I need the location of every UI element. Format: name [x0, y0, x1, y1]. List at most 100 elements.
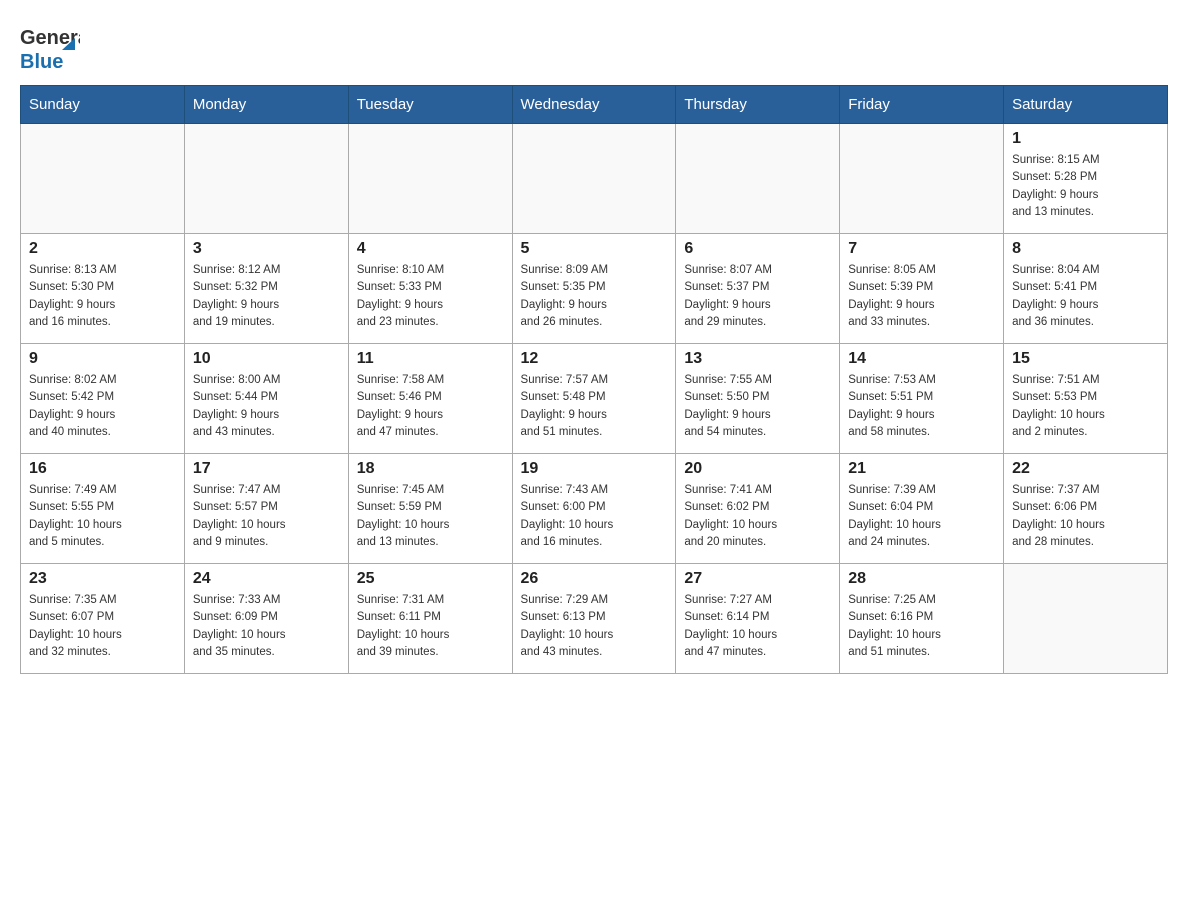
- day-info: Sunrise: 7:43 AM Sunset: 6:00 PM Dayligh…: [521, 482, 668, 551]
- day-info: Sunrise: 8:12 AM Sunset: 5:32 PM Dayligh…: [193, 262, 340, 331]
- calendar-cell: 17 Sunrise: 7:47 AM Sunset: 5:57 PM Dayli…: [184, 454, 348, 564]
- week-row-4: 23 Sunrise: 7:35 AM Sunset: 6:07 PM Dayli…: [21, 564, 1168, 674]
- day-number: 13: [684, 350, 831, 368]
- day-info: Sunrise: 7:57 AM Sunset: 5:48 PM Dayligh…: [521, 372, 668, 441]
- day-number: 14: [848, 350, 995, 368]
- calendar-cell: 21 Sunrise: 7:39 AM Sunset: 6:04 PM Dayli…: [840, 454, 1004, 564]
- day-number: 11: [357, 350, 504, 368]
- day-of-week-thursday: Thursday: [676, 86, 840, 124]
- week-row-2: 9 Sunrise: 8:02 AM Sunset: 5:42 PM Daylig…: [21, 344, 1168, 454]
- day-number: 28: [848, 570, 995, 588]
- calendar-cell: [21, 124, 185, 234]
- calendar-cell: 4 Sunrise: 8:10 AM Sunset: 5:33 PM Daylig…: [348, 234, 512, 344]
- day-info: Sunrise: 8:13 AM Sunset: 5:30 PM Dayligh…: [29, 262, 176, 331]
- day-number: 26: [521, 570, 668, 588]
- calendar-cell: 11 Sunrise: 7:58 AM Sunset: 5:46 PM Dayli…: [348, 344, 512, 454]
- day-info: Sunrise: 7:37 AM Sunset: 6:06 PM Dayligh…: [1012, 482, 1159, 551]
- day-info: Sunrise: 7:58 AM Sunset: 5:46 PM Dayligh…: [357, 372, 504, 441]
- calendar-cell: 12 Sunrise: 7:57 AM Sunset: 5:48 PM Dayli…: [512, 344, 676, 454]
- calendar-cell: 1Sunrise: 8:15 AM Sunset: 5:28 PM Daylig…: [1004, 124, 1168, 234]
- calendar-cell: 16 Sunrise: 7:49 AM Sunset: 5:55 PM Dayli…: [21, 454, 185, 564]
- calendar-cell: 15 Sunrise: 7:51 AM Sunset: 5:53 PM Dayli…: [1004, 344, 1168, 454]
- day-info: Sunrise: 7:25 AM Sunset: 6:16 PM Dayligh…: [848, 592, 995, 661]
- day-info: Sunrise: 7:29 AM Sunset: 6:13 PM Dayligh…: [521, 592, 668, 661]
- day-of-week-wednesday: Wednesday: [512, 86, 676, 124]
- calendar-cell: 6Sunrise: 8:07 AM Sunset: 5:37 PM Daylig…: [676, 234, 840, 344]
- day-number: 4: [357, 240, 504, 258]
- calendar-cell: 19 Sunrise: 7:43 AM Sunset: 6:00 PM Dayli…: [512, 454, 676, 564]
- day-info: Sunrise: 8:15 AM Sunset: 5:28 PM Dayligh…: [1012, 152, 1159, 221]
- day-info: Sunrise: 7:39 AM Sunset: 6:04 PM Dayligh…: [848, 482, 995, 551]
- calendar-cell: 9 Sunrise: 8:02 AM Sunset: 5:42 PM Daylig…: [21, 344, 185, 454]
- calendar-cell: 5Sunrise: 8:09 AM Sunset: 5:35 PM Daylig…: [512, 234, 676, 344]
- calendar-cell: 13 Sunrise: 7:55 AM Sunset: 5:50 PM Dayli…: [676, 344, 840, 454]
- day-info: Sunrise: 8:04 AM Sunset: 5:41 PM Dayligh…: [1012, 262, 1159, 331]
- day-number: 18: [357, 460, 504, 478]
- calendar-cell: [348, 124, 512, 234]
- day-info: Sunrise: 8:07 AM Sunset: 5:37 PM Dayligh…: [684, 262, 831, 331]
- day-number: 5: [521, 240, 668, 258]
- svg-text:Blue: Blue: [20, 51, 63, 73]
- day-number: 17: [193, 460, 340, 478]
- calendar-cell: 2Sunrise: 8:13 AM Sunset: 5:30 PM Daylig…: [21, 234, 185, 344]
- day-info: Sunrise: 7:45 AM Sunset: 5:59 PM Dayligh…: [357, 482, 504, 551]
- day-info: Sunrise: 7:55 AM Sunset: 5:50 PM Dayligh…: [684, 372, 831, 441]
- day-number: 7: [848, 240, 995, 258]
- day-info: Sunrise: 7:27 AM Sunset: 6:14 PM Dayligh…: [684, 592, 831, 661]
- week-row-3: 16 Sunrise: 7:49 AM Sunset: 5:55 PM Dayli…: [21, 454, 1168, 564]
- calendar-header: SundayMondayTuesdayWednesdayThursdayFrid…: [21, 86, 1168, 124]
- day-info: Sunrise: 7:33 AM Sunset: 6:09 PM Dayligh…: [193, 592, 340, 661]
- calendar-cell: 20 Sunrise: 7:41 AM Sunset: 6:02 PM Dayli…: [676, 454, 840, 564]
- day-number: 12: [521, 350, 668, 368]
- day-of-week-monday: Monday: [184, 86, 348, 124]
- day-number: 22: [1012, 460, 1159, 478]
- day-info: Sunrise: 7:53 AM Sunset: 5:51 PM Dayligh…: [848, 372, 995, 441]
- day-info: Sunrise: 7:35 AM Sunset: 6:07 PM Dayligh…: [29, 592, 176, 661]
- calendar-body: 1Sunrise: 8:15 AM Sunset: 5:28 PM Daylig…: [21, 124, 1168, 674]
- calendar-cell: 26 Sunrise: 7:29 AM Sunset: 6:13 PM Dayli…: [512, 564, 676, 674]
- day-number: 27: [684, 570, 831, 588]
- calendar-cell: [184, 124, 348, 234]
- calendar-cell: 22 Sunrise: 7:37 AM Sunset: 6:06 PM Dayli…: [1004, 454, 1168, 564]
- day-number: 21: [848, 460, 995, 478]
- day-number: 19: [521, 460, 668, 478]
- day-info: Sunrise: 8:05 AM Sunset: 5:39 PM Dayligh…: [848, 262, 995, 331]
- day-number: 23: [29, 570, 176, 588]
- day-number: 9: [29, 350, 176, 368]
- day-of-week-sunday: Sunday: [21, 86, 185, 124]
- day-number: 20: [684, 460, 831, 478]
- calendar-cell: [840, 124, 1004, 234]
- day-info: Sunrise: 8:00 AM Sunset: 5:44 PM Dayligh…: [193, 372, 340, 441]
- calendar-cell: 10Sunrise: 8:00 AM Sunset: 5:44 PM Dayli…: [184, 344, 348, 454]
- calendar-cell: 14 Sunrise: 7:53 AM Sunset: 5:51 PM Dayli…: [840, 344, 1004, 454]
- calendar-cell: 8 Sunrise: 8:04 AM Sunset: 5:41 PM Daylig…: [1004, 234, 1168, 344]
- calendar-cell: 3 Sunrise: 8:12 AM Sunset: 5:32 PM Daylig…: [184, 234, 348, 344]
- week-row-1: 2Sunrise: 8:13 AM Sunset: 5:30 PM Daylig…: [21, 234, 1168, 344]
- day-info: Sunrise: 8:10 AM Sunset: 5:33 PM Dayligh…: [357, 262, 504, 331]
- day-info: Sunrise: 8:02 AM Sunset: 5:42 PM Dayligh…: [29, 372, 176, 441]
- week-row-0: 1Sunrise: 8:15 AM Sunset: 5:28 PM Daylig…: [21, 124, 1168, 234]
- day-number: 8: [1012, 240, 1159, 258]
- calendar-cell: [1004, 564, 1168, 674]
- day-number: 15: [1012, 350, 1159, 368]
- calendar-table: SundayMondayTuesdayWednesdayThursdayFrid…: [20, 85, 1168, 674]
- day-of-week-saturday: Saturday: [1004, 86, 1168, 124]
- page-header: General Blue: [20, 20, 1168, 75]
- day-of-week-friday: Friday: [840, 86, 1004, 124]
- day-number: 16: [29, 460, 176, 478]
- day-info: Sunrise: 7:49 AM Sunset: 5:55 PM Dayligh…: [29, 482, 176, 551]
- day-info: Sunrise: 7:47 AM Sunset: 5:57 PM Dayligh…: [193, 482, 340, 551]
- calendar-cell: 18 Sunrise: 7:45 AM Sunset: 5:59 PM Dayli…: [348, 454, 512, 564]
- calendar-cell: 25Sunrise: 7:31 AM Sunset: 6:11 PM Dayli…: [348, 564, 512, 674]
- days-of-week-row: SundayMondayTuesdayWednesdayThursdayFrid…: [21, 86, 1168, 124]
- day-number: 3: [193, 240, 340, 258]
- logo-icon: General Blue: [20, 20, 80, 75]
- calendar-cell: 7 Sunrise: 8:05 AM Sunset: 5:39 PM Daylig…: [840, 234, 1004, 344]
- calendar-cell: 23 Sunrise: 7:35 AM Sunset: 6:07 PM Dayli…: [21, 564, 185, 674]
- calendar-cell: [512, 124, 676, 234]
- day-info: Sunrise: 7:51 AM Sunset: 5:53 PM Dayligh…: [1012, 372, 1159, 441]
- day-info: Sunrise: 7:41 AM Sunset: 6:02 PM Dayligh…: [684, 482, 831, 551]
- day-info: Sunrise: 7:31 AM Sunset: 6:11 PM Dayligh…: [357, 592, 504, 661]
- day-number: 24: [193, 570, 340, 588]
- calendar-cell: 28 Sunrise: 7:25 AM Sunset: 6:16 PM Dayli…: [840, 564, 1004, 674]
